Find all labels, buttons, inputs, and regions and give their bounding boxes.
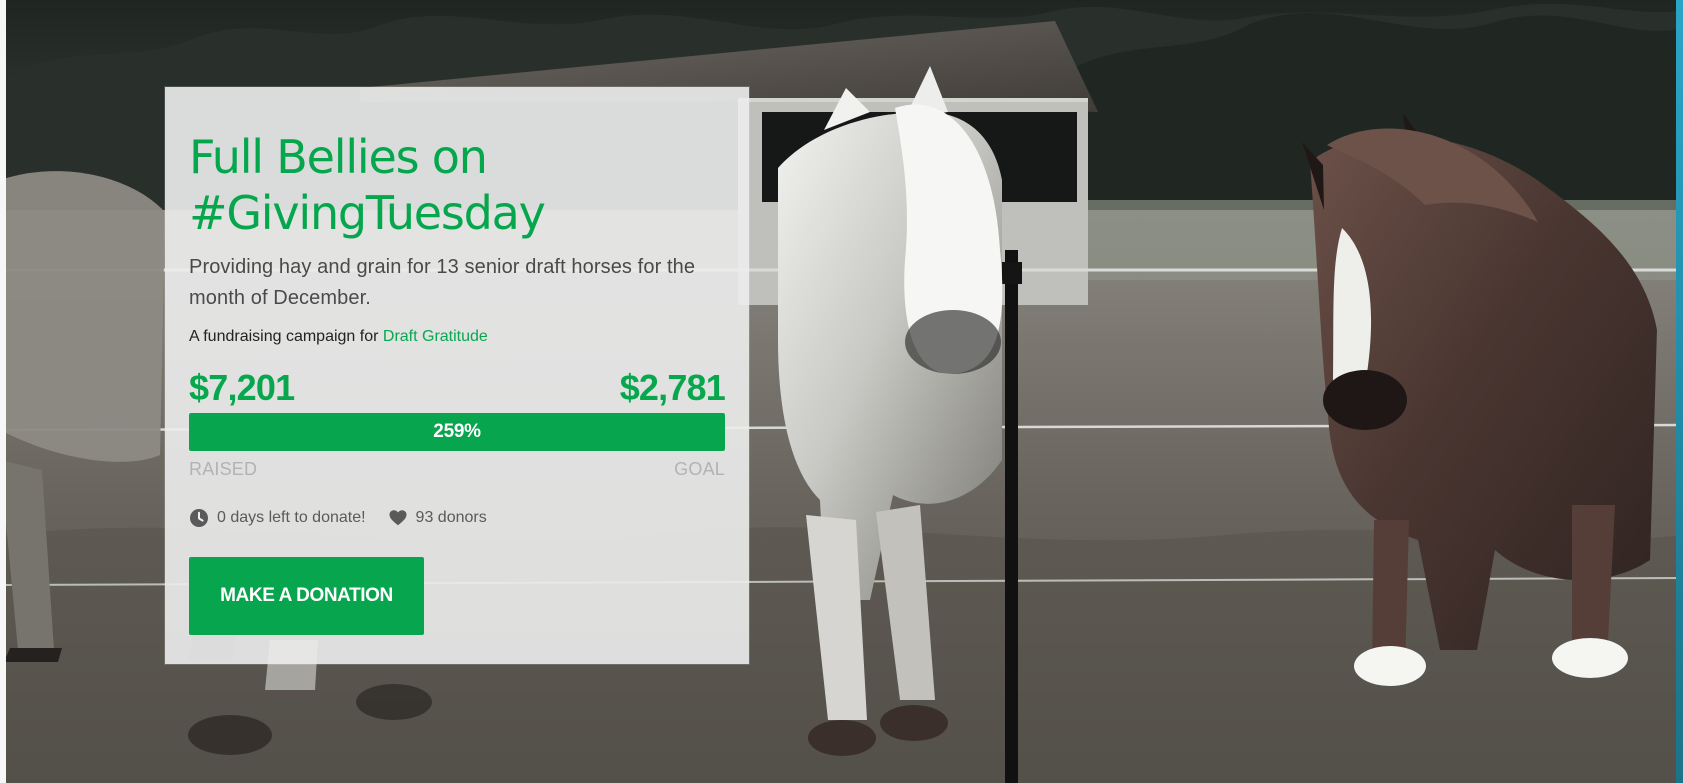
fundraising-amounts: $7,201 $2,781 <box>189 366 726 411</box>
goal-label: GOAL <box>674 459 725 479</box>
campaign-meta: 0 days left to donate! 93 donors <box>189 504 725 532</box>
heart-icon <box>388 508 408 528</box>
left-window-edge <box>0 0 6 783</box>
campaign-title: Full Bellies on #GivingTuesday <box>189 130 546 240</box>
goal-amount: $2,781 <box>619 367 726 408</box>
donor-count-info: 93 donors <box>388 504 487 532</box>
fundraising-progress-label: 259% <box>433 421 481 442</box>
organization-link[interactable]: Draft Gratitude <box>383 328 488 345</box>
right-window-edge <box>1676 0 1683 783</box>
campaign-organization-prefix: A fundraising campaign for <box>189 328 383 345</box>
fundraising-labels: RAISED GOAL <box>189 455 725 483</box>
raised-amount: $7,201 <box>189 367 295 408</box>
raised-label: RAISED <box>189 459 258 479</box>
campaign-description: Providing hay and grain for 13 senior dr… <box>189 256 696 309</box>
donor-count-text: 93 donors <box>415 509 487 526</box>
days-left-info: 0 days left to donate! <box>189 504 366 532</box>
clock-icon <box>189 508 209 528</box>
make-donation-button[interactable]: MAKE A DONATION <box>189 557 424 635</box>
days-left-text: 0 days left to donate! <box>217 509 366 526</box>
campaign-organization-line: A fundraising campaign for Draft Gratitu… <box>189 326 725 348</box>
fundraising-progress-bar: 259% <box>189 413 725 451</box>
campaign-card: Full Bellies on #GivingTuesday Providing… <box>165 87 749 664</box>
campaign-hero: Full Bellies on #GivingTuesday Providing… <box>0 0 1683 783</box>
